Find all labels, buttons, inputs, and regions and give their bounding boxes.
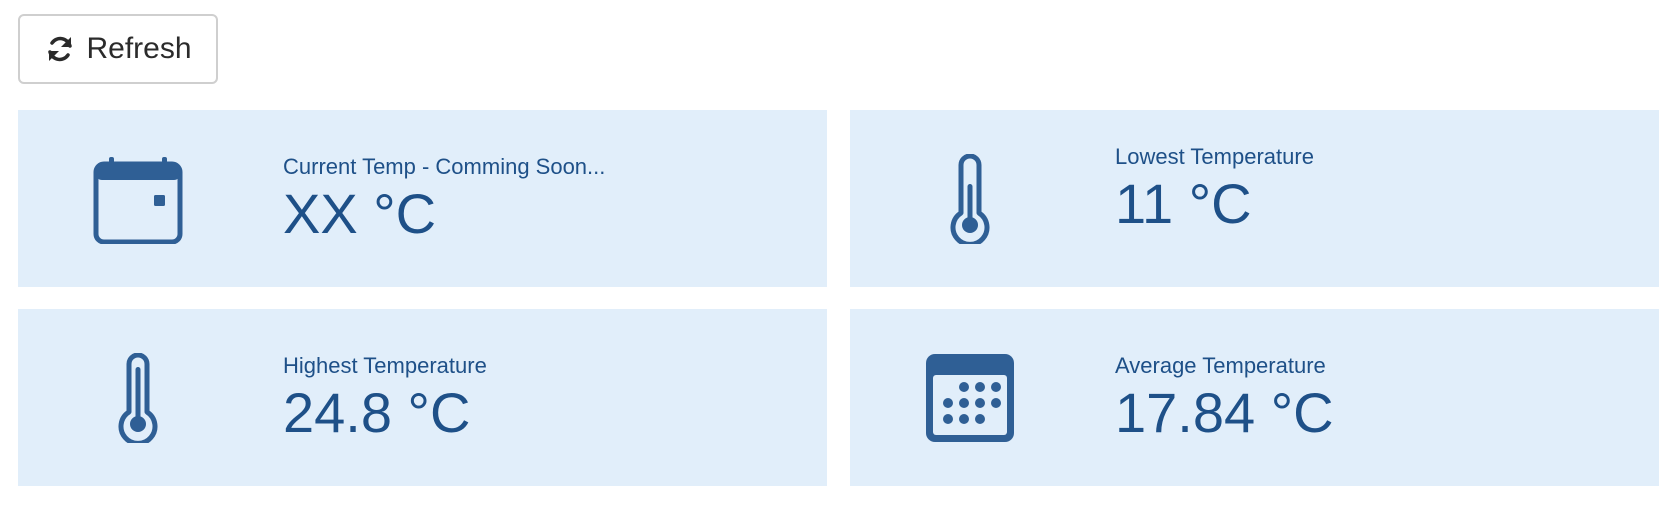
thermometer-icon [18,309,258,486]
highest-temp-text: Highest Temperature 24.8 °C [283,309,487,486]
refresh-button[interactable]: Refresh [18,14,218,84]
highest-temp-value: 24.8 °C [283,380,471,444]
thermometer-icon [850,110,1090,287]
lowest-temp-label: Lowest Temperature [1115,143,1314,169]
lowest-temp-card: Lowest Temperature 11 °C [850,110,1659,287]
average-temp-card: Average Temperature 17.84 °C [850,309,1659,486]
current-temp-text: Current Temp - Comming Soon... XX °C [283,110,605,287]
highest-temp-label: Highest Temperature [283,352,487,378]
average-temp-value: 17.84 °C [1115,380,1334,444]
current-temp-value: XX °C [283,181,437,245]
refresh-icon [44,33,76,65]
calendar-days-icon [850,309,1090,486]
average-temp-text: Average Temperature 17.84 °C [1115,309,1334,486]
refresh-label: Refresh [86,32,192,65]
lowest-temp-text: Lowest Temperature 11 °C [1115,100,1314,277]
average-temp-label: Average Temperature [1115,352,1326,378]
current-temp-card: Current Temp - Comming Soon... XX °C [18,110,827,287]
stats-page: Refresh Current Temp - Comming Soon... X… [0,0,1678,512]
lowest-temp-value: 11 °C [1115,171,1252,235]
highest-temp-card: Highest Temperature 24.8 °C [18,309,827,486]
calendar-icon [18,110,258,287]
current-temp-label: Current Temp - Comming Soon... [283,153,606,179]
